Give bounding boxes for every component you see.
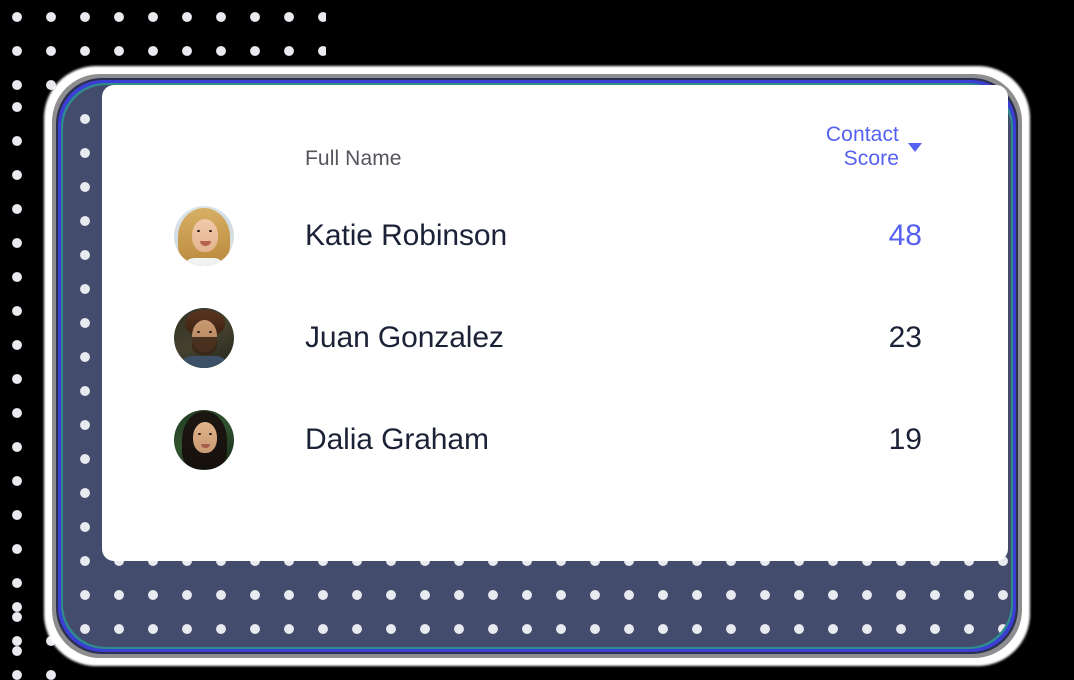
table-row[interactable]: Dalia Graham 19 (102, 389, 1008, 491)
column-header-contact-score-sort[interactable]: Contact Score (781, 123, 922, 171)
row-avatar-cell (102, 308, 305, 368)
caret-down-icon (908, 142, 922, 152)
header-cell-full-name: Full Name (305, 147, 781, 171)
row-score-cell: 23 (781, 321, 1008, 355)
avatar (173, 308, 234, 368)
row-name-cell: Katie Robinson (305, 219, 781, 253)
contact-score: 48 (888, 219, 922, 252)
contact-name: Juan Gonzalez (305, 321, 504, 354)
contact-name: Dalia Graham (305, 423, 489, 456)
row-name-cell: Juan Gonzalez (305, 321, 781, 355)
row-score-cell: 19 (781, 423, 1008, 457)
table-row[interactable]: Katie Robinson 48 (102, 185, 1008, 287)
contacts-table: Full Name Contact Score Katie Robinson 4… (102, 85, 1008, 491)
avatar (173, 410, 234, 470)
column-header-full-name: Full Name (305, 147, 402, 170)
row-name-cell: Dalia Graham (305, 423, 781, 457)
row-score-cell: 48 (781, 219, 1008, 253)
table-header-row: Full Name Contact Score (102, 85, 1008, 185)
row-avatar-cell (102, 206, 305, 266)
header-cell-contact-score: Contact Score (781, 123, 1008, 171)
row-avatar-cell (102, 410, 305, 470)
contact-name: Katie Robinson (305, 219, 508, 252)
contact-list-card: Full Name Contact Score Katie Robinson 4… (102, 85, 1008, 561)
column-header-contact-score-label: Contact Score (825, 123, 899, 170)
screenshot-stage: Full Name Contact Score Katie Robinson 4… (0, 0, 1074, 680)
contact-score: 23 (888, 321, 922, 354)
table-row[interactable]: Juan Gonzalez 23 (102, 287, 1008, 389)
dot-pattern-left (0, 90, 26, 680)
avatar (173, 206, 234, 266)
contact-score: 19 (888, 423, 922, 456)
